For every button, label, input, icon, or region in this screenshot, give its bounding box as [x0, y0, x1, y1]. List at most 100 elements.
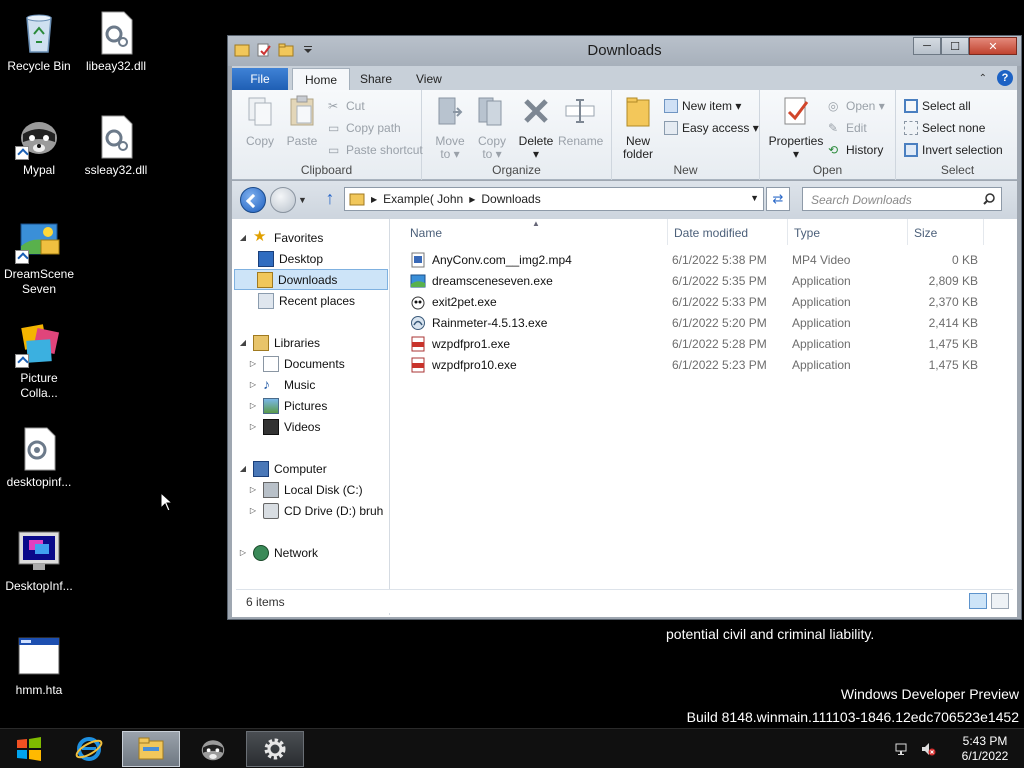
- open-button[interactable]: ◎ Open ▾: [828, 96, 885, 116]
- expand-arrow-icon[interactable]: ▷: [248, 380, 258, 389]
- expand-arrow-icon[interactable]: ▷: [248, 485, 258, 494]
- desktop-icon-picture-collage[interactable]: Picture Colla...: [1, 320, 77, 401]
- minimize-ribbon-icon[interactable]: ⌃: [979, 73, 987, 84]
- taskbar-mypal[interactable]: [184, 731, 242, 767]
- expand-arrow-icon[interactable]: ▷: [238, 548, 248, 557]
- nav-local-disk[interactable]: ▷ Local Disk (C:): [248, 479, 363, 500]
- search-input[interactable]: Search Downloads: [802, 187, 1002, 211]
- file-row[interactable]: AnyConv.com__img2.mp4 6/1/2022 5:38 PM M…: [402, 249, 1012, 270]
- breadcrumb-separator-icon[interactable]: ▶: [469, 195, 475, 204]
- expand-arrow-icon[interactable]: ▷: [248, 401, 258, 410]
- tab-view[interactable]: View: [404, 68, 454, 90]
- refresh-button[interactable]: ⇄: [766, 187, 790, 211]
- expand-arrow-icon[interactable]: ▷: [248, 506, 258, 515]
- column-header-type[interactable]: Type: [788, 219, 908, 245]
- desktop-icon: [258, 250, 274, 267]
- taskbar-file-explorer[interactable]: [122, 731, 180, 767]
- title-bar[interactable]: Downloads ─ ☐ ✕: [228, 36, 1021, 66]
- desktop-icon-mypal[interactable]: Mypal: [1, 112, 77, 178]
- file-row[interactable]: Rainmeter-4.5.13.exe 6/1/2022 5:20 PM Ap…: [402, 312, 1012, 333]
- large-icons-view-button[interactable]: [991, 593, 1009, 609]
- move-to-button[interactable]: Move to ▾: [428, 94, 472, 161]
- select-none-button[interactable]: Select none: [904, 118, 985, 138]
- tab-home[interactable]: Home: [292, 68, 351, 90]
- nav-documents[interactable]: ▷ Documents: [248, 353, 345, 374]
- nav-recent-places[interactable]: Recent places: [258, 290, 355, 311]
- easy-access-button[interactable]: Easy access ▾: [664, 118, 759, 138]
- cut-button[interactable]: ✂ Cut: [328, 96, 365, 116]
- breadcrumb-separator-icon[interactable]: ▶: [371, 195, 377, 204]
- column-header-name[interactable]: Name: [404, 219, 668, 245]
- rename-button[interactable]: Rename: [558, 94, 603, 148]
- taskbar-settings[interactable]: [246, 731, 304, 767]
- nav-music[interactable]: ▷ ♪ Music: [248, 374, 315, 395]
- nav-cd-drive[interactable]: ▷ CD Drive (D:) bruh: [248, 500, 383, 521]
- collapse-arrow-icon[interactable]: ◢: [238, 464, 248, 473]
- tab-file[interactable]: File: [232, 68, 288, 90]
- close-button[interactable]: ✕: [969, 37, 1017, 55]
- help-icon[interactable]: ?: [997, 70, 1013, 86]
- expand-arrow-icon[interactable]: ▷: [248, 359, 258, 368]
- ribbon-tab-bar: File Home Share View ⌃ ?: [232, 66, 1017, 90]
- nav-libraries-label: Libraries: [274, 335, 321, 350]
- desktop-icon-dreamscene[interactable]: DreamScene Seven: [1, 216, 77, 297]
- forward-button[interactable]: [270, 187, 296, 213]
- expand-arrow-icon[interactable]: ▷: [248, 422, 258, 431]
- nav-network[interactable]: ▷ Network: [238, 542, 318, 563]
- new-folder-button[interactable]: New folder: [616, 94, 660, 161]
- edit-button[interactable]: ✎ Edit: [828, 118, 867, 138]
- select-all-button[interactable]: Select all: [904, 96, 971, 116]
- desktop-icon-hmm-hta[interactable]: hmm.hta: [1, 632, 77, 698]
- details-view-button[interactable]: [969, 593, 987, 609]
- back-button[interactable]: [240, 187, 266, 213]
- nav-computer[interactable]: ◢ Computer: [238, 458, 327, 479]
- volume-muted-icon[interactable]: [920, 741, 936, 757]
- taskbar-internet-explorer[interactable]: [60, 731, 118, 767]
- new-item-button[interactable]: New item ▾: [664, 96, 741, 116]
- rainmeter-exe-icon: [411, 316, 425, 330]
- nav-libraries[interactable]: ◢ Libraries: [238, 332, 320, 353]
- address-bar[interactable]: ▶ Example( John ▶ Downloads ▼: [344, 187, 764, 211]
- properties-button[interactable]: Properties ▾: [768, 94, 824, 161]
- desktop-icon-ssleay32[interactable]: ssleay32.dll: [78, 112, 154, 178]
- invert-selection-button[interactable]: Invert selection: [904, 140, 1003, 160]
- recent-locations-dropdown-icon[interactable]: ▼: [298, 195, 307, 205]
- file-row[interactable]: dreamsceneseven.exe 6/1/2022 5:35 PM App…: [402, 270, 1012, 291]
- breadcrumb-downloads[interactable]: Downloads: [481, 192, 540, 206]
- copy-to-icon: [478, 97, 502, 126]
- tab-share[interactable]: Share: [348, 68, 404, 90]
- collapse-arrow-icon[interactable]: ◢: [238, 338, 248, 347]
- paste-button[interactable]: Paste: [280, 94, 324, 148]
- start-button[interactable]: [0, 731, 58, 767]
- nav-pictures[interactable]: ▷ Pictures: [248, 395, 327, 416]
- maximize-button[interactable]: ☐: [941, 37, 969, 55]
- breadcrumb-user[interactable]: Example( John: [383, 192, 463, 206]
- copy-path-button[interactable]: ▭ Copy path: [328, 118, 401, 138]
- desktop-icon-desktopinf-file[interactable]: desktopinf...: [1, 424, 77, 490]
- group-select: Select all Select none Invert selection …: [896, 90, 1019, 180]
- nav-favorites[interactable]: ◢ ★ Favorites: [238, 227, 323, 248]
- delete-button[interactable]: Delete ▾: [514, 94, 558, 161]
- network-status-icon[interactable]: [894, 741, 910, 757]
- up-arrow-icon[interactable]: ↑: [320, 189, 340, 209]
- file-row[interactable]: wzpdfpro10.exe 6/1/2022 5:23 PM Applicat…: [402, 354, 1012, 375]
- minimize-button[interactable]: ─: [913, 37, 941, 55]
- taskbar-clock[interactable]: 5:43 PM 6/1/2022: [946, 734, 1024, 764]
- column-header-size[interactable]: Size: [908, 219, 984, 245]
- file-row[interactable]: exit2pet.exe 6/1/2022 5:33 PM Applicatio…: [402, 291, 1012, 312]
- file-type: Application: [792, 274, 851, 288]
- nav-videos[interactable]: ▷ Videos: [248, 416, 320, 437]
- file-row[interactable]: wzpdfpro1.exe 6/1/2022 5:28 PM Applicati…: [402, 333, 1012, 354]
- nav-desktop[interactable]: Desktop: [258, 248, 323, 269]
- desktop-icon-libeay32[interactable]: libeay32.dll: [78, 8, 154, 74]
- desktop-icon-recycle-bin[interactable]: Recycle Bin: [1, 8, 77, 74]
- copy-button[interactable]: Copy: [238, 94, 282, 148]
- nav-downloads[interactable]: Downloads: [234, 269, 388, 290]
- collapse-arrow-icon[interactable]: ◢: [238, 233, 248, 242]
- copy-to-button[interactable]: Copy to ▾: [470, 94, 514, 161]
- paste-shortcut-button[interactable]: ▭ Paste shortcut: [328, 140, 423, 160]
- history-button[interactable]: ⟲ History: [828, 140, 883, 160]
- column-header-date[interactable]: Date modified: [668, 219, 788, 245]
- address-dropdown-icon[interactable]: ▼: [750, 193, 759, 203]
- desktop-icon-desktopinf-app[interactable]: DesktopInf...: [1, 528, 77, 594]
